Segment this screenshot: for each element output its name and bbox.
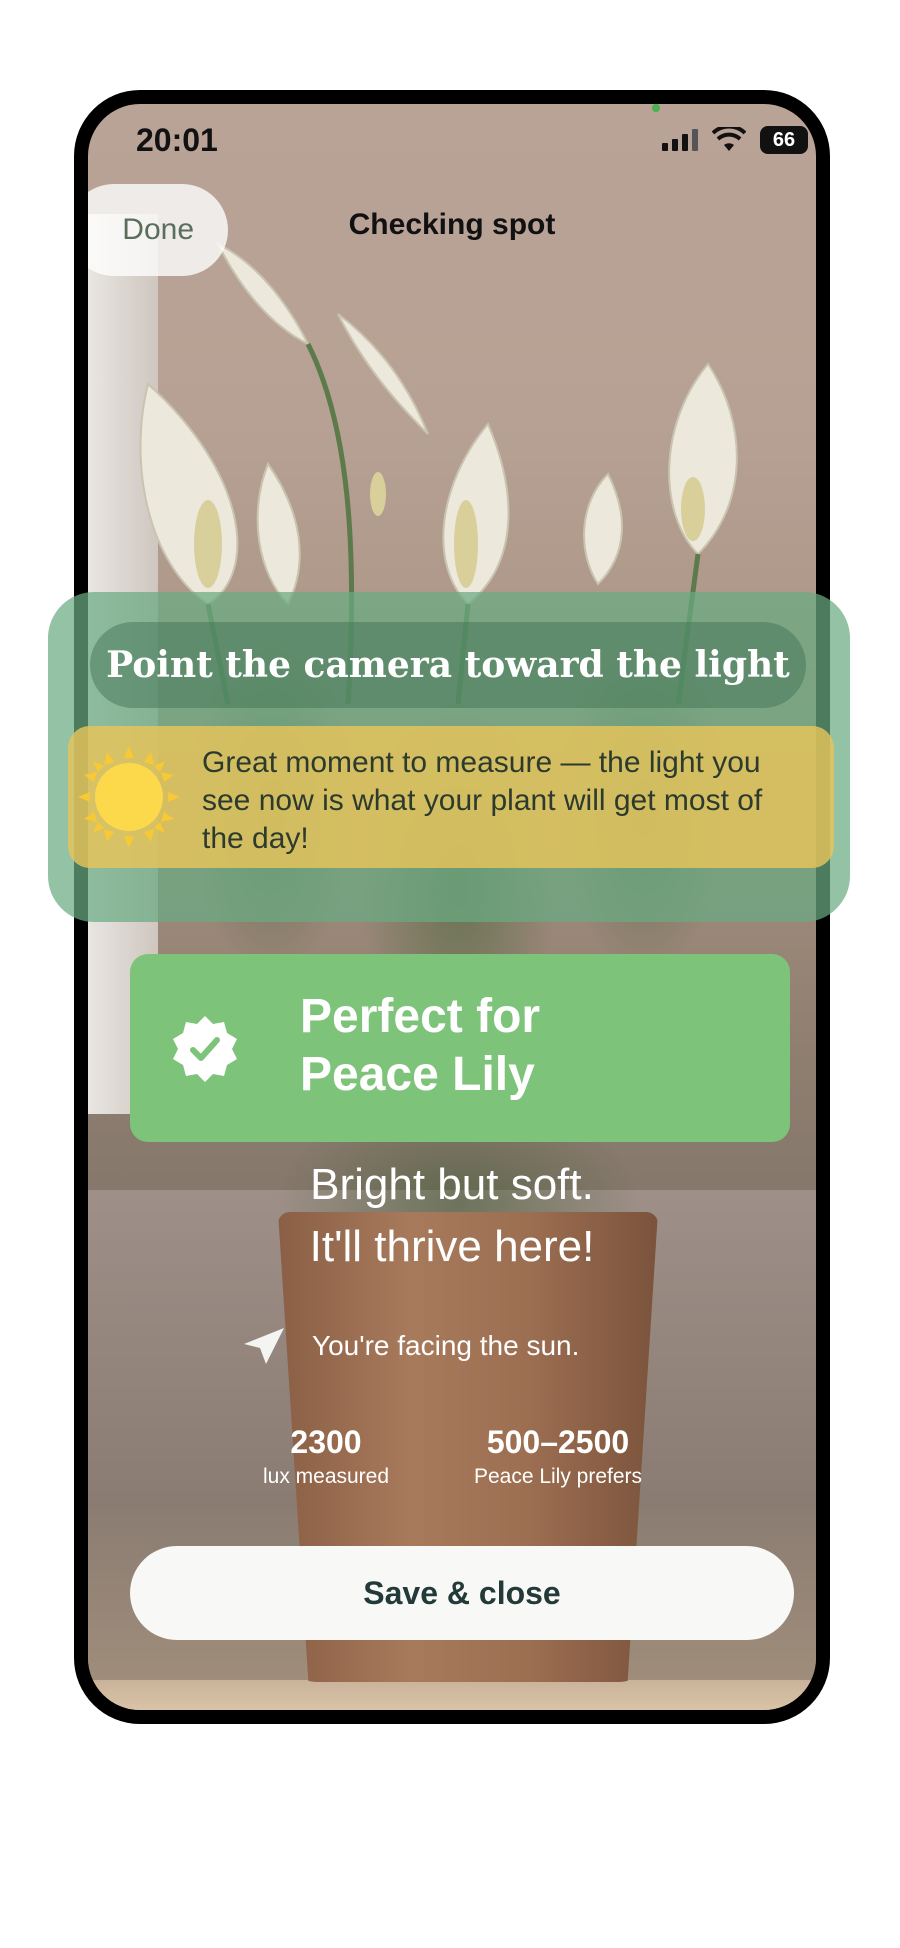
verified-badge-icon: [173, 1016, 237, 1082]
result-title-line-1: Perfect for: [300, 990, 541, 1043]
lux-label: lux measured: [262, 1465, 390, 1488]
lux-value: 2300: [290, 1424, 362, 1460]
preferred-range-stat: 500–2500 Peace Lily prefers: [458, 1424, 658, 1489]
direction-row: You're facing the sun.: [242, 1326, 662, 1366]
result-card: Perfect for Peace Lily: [130, 954, 790, 1142]
verdict-text: Bright but soft. It'll thrive here!: [88, 1154, 816, 1278]
sun-icon: [78, 746, 180, 848]
table-edge: [88, 1680, 816, 1710]
save-close-button[interactable]: Save & close: [130, 1546, 794, 1640]
hint-panel: Point the camera toward the light Great …: [48, 592, 850, 922]
status-bar: 20:01 66: [88, 104, 816, 164]
direction-text: You're facing the sun.: [312, 1330, 580, 1361]
hint-title: Point the camera toward the light: [90, 622, 806, 708]
camera-indicator-dot: [652, 104, 660, 112]
range-value: 500–2500: [486, 1424, 630, 1460]
range-label: Peace Lily prefers: [473, 1465, 643, 1488]
status-time: 20:01: [136, 122, 218, 158]
tip-text: Great moment to measure — the light you …: [202, 746, 763, 855]
status-icons: 66: [662, 126, 808, 154]
tip-box: Great moment to measure — the light you …: [68, 726, 834, 868]
verdict-line-2: It'll thrive here!: [309, 1222, 595, 1271]
cellular-signal-icon: [662, 129, 698, 151]
wifi-icon: [712, 127, 746, 151]
result-title-line-2: Peace Lily: [300, 1048, 535, 1101]
result-title: Perfect for Peace Lily: [300, 988, 760, 1104]
battery-icon: 66: [760, 126, 808, 154]
lux-measured-stat: 2300 lux measured: [256, 1424, 396, 1489]
navigation-arrow-icon: [244, 1328, 284, 1364]
page-title: Checking spot: [348, 208, 556, 241]
verdict-line-1: Bright but soft.: [310, 1160, 594, 1209]
